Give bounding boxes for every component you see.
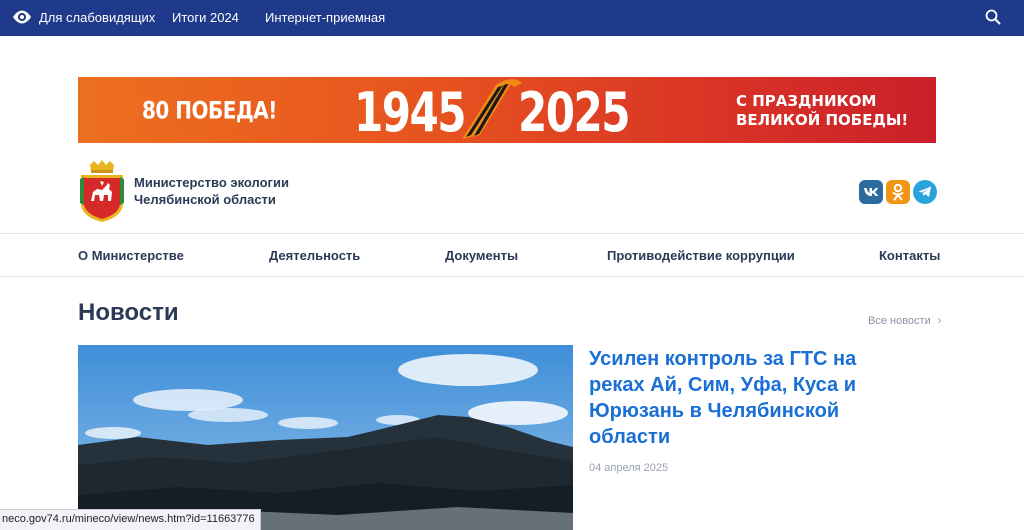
eye-icon — [13, 10, 31, 24]
internet-reception-link[interactable]: Интернет-приемная — [265, 10, 385, 25]
st-george-ribbon-icon — [462, 79, 522, 139]
nav-item-activity[interactable]: Деятельность — [269, 248, 360, 263]
all-news-label: Все новости — [868, 315, 931, 327]
social-links — [859, 180, 937, 204]
news-section-title: Новости — [78, 299, 179, 326]
nav-item-contacts[interactable]: Контакты — [879, 248, 940, 263]
nav-item-documents[interactable]: Документы — [445, 248, 518, 263]
nav-item-anticorruption[interactable]: Противодействие коррупции — [607, 248, 795, 263]
search-icon — [985, 9, 1001, 25]
chevron-right-icon: › — [937, 315, 942, 327]
ministry-name-line1: Министерство экологии — [134, 175, 289, 190]
ministry-name-line2: Челябинской области — [134, 192, 276, 207]
victory-banner[interactable]: 80 ПОБЕДА! 1945 2025 С ПРАЗДНИКОМ ВЕЛИКО… — [78, 77, 936, 143]
accessibility-button[interactable]: Для слабовидящих — [12, 9, 155, 25]
banner-right-line2: ВЕЛИКОЙ ПОБЕДЫ! — [736, 111, 909, 129]
accessibility-label: Для слабовидящих — [39, 9, 156, 25]
telegram-button[interactable] — [913, 180, 937, 204]
coat-of-arms-icon — [80, 160, 124, 222]
telegram-icon — [918, 186, 931, 197]
news-photo[interactable] — [78, 345, 573, 530]
results-2024-link[interactable]: Итоги 2024 — [172, 10, 239, 25]
coat-of-arms-logo[interactable] — [78, 159, 126, 228]
banner-left-text: 80 ПОБЕДА! — [142, 95, 277, 125]
ministry-name[interactable]: Министерство экологии Челябинской област… — [134, 174, 289, 208]
forest-hills-photo — [78, 345, 573, 530]
main-navigation: О Министерстве Деятельность Документы Пр… — [0, 233, 1024, 277]
status-bar-url: neco.gov74.ru/mineco/view/news.htm?id=11… — [0, 509, 261, 530]
search-button[interactable] — [985, 9, 1001, 30]
banner-year-start: 1945 — [354, 81, 467, 143]
odnoklassniki-icon — [892, 183, 904, 201]
banner-year-end: 2025 — [518, 81, 631, 143]
vk-icon — [864, 188, 879, 196]
top-bar: Для слабовидящих Итоги 2024 Интернет-при… — [0, 0, 1024, 36]
vk-button[interactable] — [859, 180, 883, 204]
all-news-link[interactable]: Все новости › — [868, 315, 941, 327]
odnoklassniki-button[interactable] — [886, 180, 910, 204]
featured-news-headline[interactable]: Усилен контроль за ГТС на реках Ай, Сим,… — [589, 346, 909, 450]
banner-right-line1: С ПРАЗДНИКОМ — [736, 92, 877, 110]
nav-item-about[interactable]: О Министерстве — [78, 248, 184, 263]
banner-right-text: С ПРАЗДНИКОМ ВЕЛИКОЙ ПОБЕДЫ! — [736, 92, 908, 130]
featured-news-date: 04 апреля 2025 — [589, 462, 669, 474]
